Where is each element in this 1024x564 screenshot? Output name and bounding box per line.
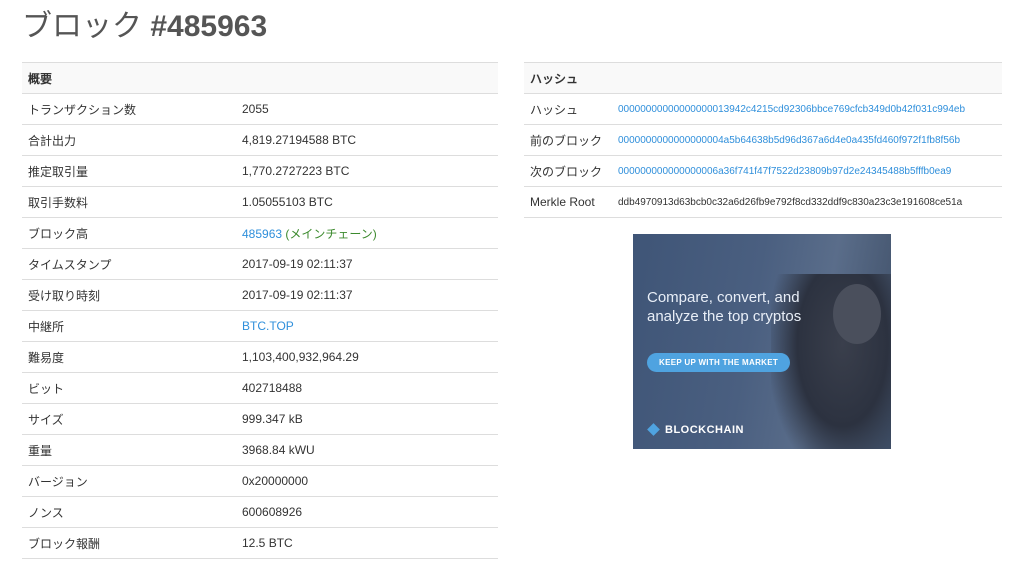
block-hash-link[interactable]: 00000000000000000013942c4215cd92306bbce7… xyxy=(618,104,965,115)
ad-brand-label: BLOCKCHAIN xyxy=(665,424,744,436)
table-row: 受け取り時刻 2017-09-19 02:11:37 xyxy=(22,279,498,311)
ad-headline: Compare, convert, and analyze the top cr… xyxy=(647,289,802,325)
blockchain-logo-icon xyxy=(647,423,660,436)
row-value: 1.05055103 BTC xyxy=(236,186,498,218)
row-value: 3968.84 kWU xyxy=(236,434,498,466)
row-value: 600608926 xyxy=(236,496,498,528)
row-label: バージョン xyxy=(22,465,236,497)
hash-header-row: ハッシュ xyxy=(524,62,1002,94)
table-row: ハッシュ 00000000000000000013942c4215cd92306… xyxy=(524,93,1002,125)
table-row: ブロック報酬 12.5 BTC xyxy=(22,527,498,559)
row-value: 4,819.27194588 BTC xyxy=(236,124,498,156)
row-label: ビット xyxy=(22,372,236,404)
table-row: タイムスタンプ 2017-09-19 02:11:37 xyxy=(22,248,498,280)
table-row: トランザクション数 2055 xyxy=(22,93,498,125)
summary-table: 概要 トランザクション数 2055 合計出力 4,819.27194588 BT… xyxy=(22,62,498,559)
block-height-link[interactable]: 485963 xyxy=(242,227,282,241)
row-label: 重量 xyxy=(22,434,236,466)
summary-header-row: 概要 xyxy=(22,62,498,94)
row-label: ノンス xyxy=(22,496,236,528)
row-label: 合計出力 xyxy=(22,124,236,156)
table-row: 難易度 1,103,400,932,964.29 xyxy=(22,341,498,373)
row-label: 難易度 xyxy=(22,341,236,373)
row-label: 取引手数料 xyxy=(22,186,236,218)
row-value: 1,103,400,932,964.29 xyxy=(236,341,498,373)
block-number: #485963 xyxy=(150,10,268,43)
row-label: 受け取り時刻 xyxy=(22,279,236,311)
row-label: トランザクション数 xyxy=(22,93,236,125)
page-title-prefix: ブロック xyxy=(22,10,151,43)
ad-photo-head xyxy=(833,284,881,344)
table-row: 中継所 BTC.TOP xyxy=(22,310,498,342)
row-label: タイムスタンプ xyxy=(22,248,236,280)
row-label: ブロック報酬 xyxy=(22,527,236,559)
table-row: 推定取引量 1,770.2727223 BTC xyxy=(22,155,498,187)
row-value: BTC.TOP xyxy=(236,310,498,342)
table-row: ブロック高 485963 (メインチェーン) xyxy=(22,217,498,249)
table-row: ノンス 600608926 xyxy=(22,496,498,528)
main-chain-label: (メインチェーン) xyxy=(285,226,377,241)
ad-cta-button[interactable]: KEEP UP WITH THE MARKET xyxy=(647,353,791,372)
row-label: サイズ xyxy=(22,403,236,435)
table-row: 重量 3968.84 kWU xyxy=(22,434,498,466)
table-row: 合計出力 4,819.27194588 BTC xyxy=(22,124,498,156)
row-label: 前のブロック xyxy=(524,124,612,156)
row-value: 999.347 kB xyxy=(236,403,498,435)
merkle-root-value: ddb4970913d63bcb0c32a6d26fb9e792f8cd332d… xyxy=(612,186,1002,218)
row-value: 2017-09-19 02:11:37 xyxy=(236,248,498,280)
table-row: Merkle Root ddb4970913d63bcb0c32a6d26fb9… xyxy=(524,186,1002,218)
hash-table: ハッシュ ハッシュ 00000000000000000013942c4215cd… xyxy=(524,62,1002,218)
row-value: 00000000000000000013942c4215cd92306bbce7… xyxy=(612,93,1002,125)
summary-header: 概要 xyxy=(22,62,498,94)
previous-block-link[interactable]: 0000000000000000004a5b64638b5d96d367a6d4… xyxy=(618,135,960,146)
row-value: 000000000000000006a36f741f47f7522d23809b… xyxy=(612,155,1002,187)
table-row: バージョン 0x20000000 xyxy=(22,465,498,497)
row-label: Merkle Root xyxy=(524,186,612,218)
row-value: 12.5 BTC xyxy=(236,527,498,559)
row-value: 0x20000000 xyxy=(236,465,498,497)
hash-header: ハッシュ xyxy=(524,62,1002,94)
row-label: 中継所 xyxy=(22,310,236,342)
page-title: ブロック #485963 xyxy=(22,8,267,46)
table-row: 前のブロック 0000000000000000004a5b64638b5d96d… xyxy=(524,124,1002,156)
row-value: 1,770.2727223 BTC xyxy=(236,155,498,187)
row-value: 485963 (メインチェーン) xyxy=(236,217,498,249)
row-value: 2055 xyxy=(236,93,498,125)
relayed-by-link[interactable]: BTC.TOP xyxy=(242,319,294,333)
table-row: ビット 402718488 xyxy=(22,372,498,404)
next-block-link[interactable]: 000000000000000006a36f741f47f7522d23809b… xyxy=(618,166,951,177)
row-label: ハッシュ xyxy=(524,93,612,125)
ad-brand: BLOCKCHAIN xyxy=(647,423,744,436)
table-row: 取引手数料 1.05055103 BTC xyxy=(22,186,498,218)
advertisement-banner[interactable]: Compare, convert, and analyze the top cr… xyxy=(633,234,891,449)
table-row: サイズ 999.347 kB xyxy=(22,403,498,435)
row-label: 推定取引量 xyxy=(22,155,236,187)
row-value: 402718488 xyxy=(236,372,498,404)
row-value: 0000000000000000004a5b64638b5d96d367a6d4… xyxy=(612,124,1002,156)
table-row: 次のブロック 000000000000000006a36f741f47f7522… xyxy=(524,155,1002,187)
row-label: ブロック高 xyxy=(22,217,236,249)
row-value: 2017-09-19 02:11:37 xyxy=(236,279,498,311)
row-label: 次のブロック xyxy=(524,155,612,187)
